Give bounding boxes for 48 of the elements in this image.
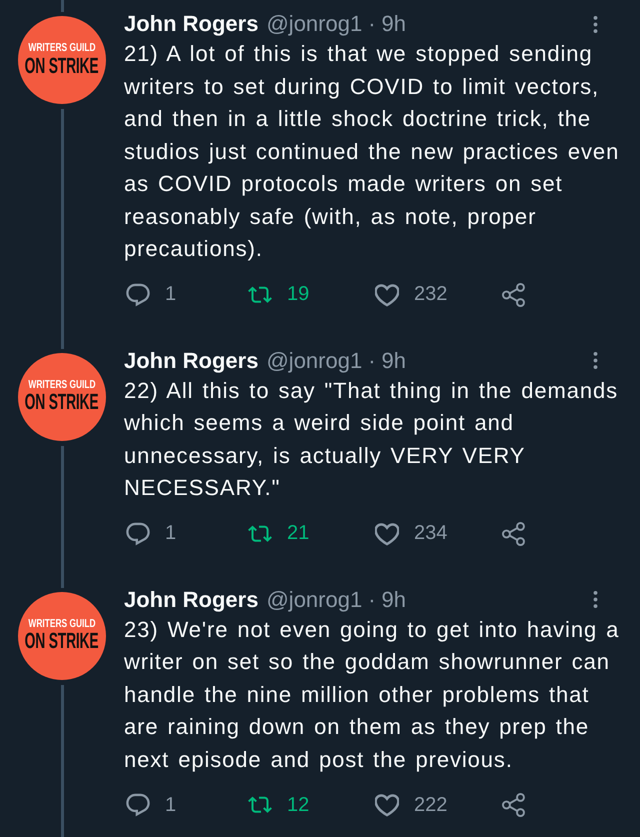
like-button[interactable]: 222	[375, 793, 448, 817]
logo-text: WRITERS GUILD	[28, 618, 96, 630]
heart-icon	[375, 793, 399, 817]
retweet-button[interactable]: 12	[248, 793, 310, 817]
avatar[interactable]: WRITERS GUILD ON STRIKE	[18, 352, 106, 440]
speech-bubble-icon	[126, 522, 150, 546]
like-button[interactable]: 234	[375, 522, 448, 546]
post-time[interactable]: 9h	[382, 586, 406, 612]
share-button[interactable]	[502, 282, 526, 306]
author-name[interactable]: John Rogers	[124, 586, 258, 612]
heart-icon	[375, 522, 399, 546]
post-time[interactable]: 9h	[382, 348, 406, 374]
like-button[interactable]: 232	[375, 282, 448, 306]
more-icon	[593, 591, 598, 608]
logo-text: WRITERS GUILD	[28, 43, 96, 55]
reply-button[interactable]: 1	[126, 282, 176, 306]
author-name[interactable]: John Rogers	[124, 11, 258, 37]
speech-bubble-icon	[126, 793, 150, 817]
share-icon	[502, 282, 526, 306]
avatar[interactable]: WRITERS GUILD ON STRIKE	[18, 592, 106, 680]
share-button[interactable]	[502, 522, 526, 546]
retweet-button[interactable]: 19	[248, 282, 310, 306]
avatar[interactable]: WRITERS GUILD ON STRIKE	[18, 16, 106, 104]
tweet-text: 23) We're not even going to get into having a writer on set so the goddam showrunner can handle the nine million other problems that are raining down on them as they prep the next episode and post the previous.	[124, 616, 620, 774]
logo-text: ON STRIKE	[25, 54, 99, 77]
post-time[interactable]: 9h	[382, 11, 406, 37]
separator-dot: ·	[368, 586, 376, 612]
share-icon	[502, 793, 526, 817]
separator-dot: ·	[368, 348, 376, 374]
separator-dot: ·	[368, 11, 376, 37]
tweet-text: 21) A lot of this is that we stopped sending writers to set during COVID to limit vectors, and then in a little shock doctrine trick, the studios just continued the new practices even as COVID protocols made writers on set reasonably safe (with, as note, proper precautions).	[124, 40, 620, 263]
more-icon	[593, 16, 598, 32]
author-name[interactable]: John Rogers	[124, 348, 258, 374]
reply-button[interactable]: 1	[126, 522, 176, 546]
share-button[interactable]	[502, 793, 526, 817]
heart-icon	[375, 282, 399, 306]
share-icon	[502, 522, 526, 546]
author-handle: @jonrog1	[266, 11, 362, 37]
more-icon	[593, 352, 598, 369]
logo-text: ON STRIKE	[25, 391, 99, 414]
speech-bubble-icon	[126, 282, 150, 306]
author-handle: @jonrog1	[266, 348, 362, 374]
tweet-text: 22) All this to say "That thing in the demands which seems a weird side point and unnecessary, is actually VERY VERY NECESSARY."	[124, 376, 620, 502]
reply-button[interactable]: 1	[126, 793, 176, 817]
author-handle: @jonrog1	[266, 586, 362, 612]
retweet-button[interactable]: 21	[248, 522, 310, 546]
logo-text: ON STRIKE	[25, 630, 99, 652]
logo-text: WRITERS GUILD	[28, 380, 96, 392]
